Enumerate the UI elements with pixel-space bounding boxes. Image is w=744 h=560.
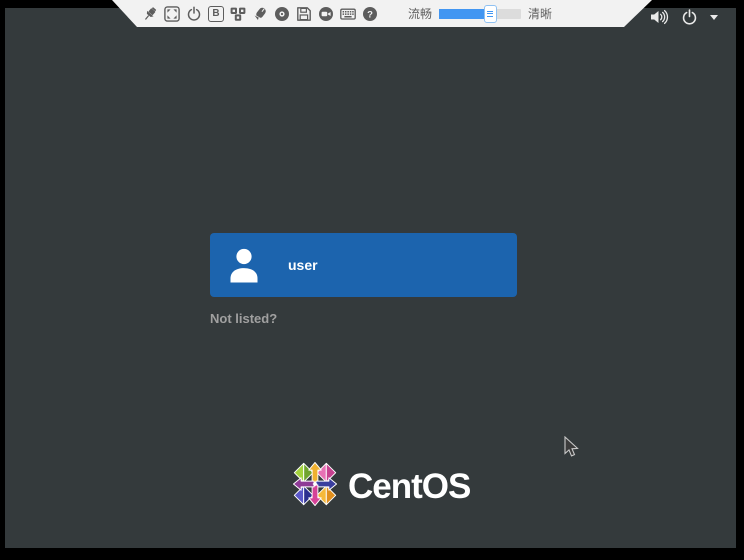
power-icon[interactable] <box>681 9 698 26</box>
mouse-pointer-icon[interactable] <box>252 6 268 22</box>
disc-icon[interactable] <box>274 6 290 22</box>
help-glyph: ? <box>367 9 373 20</box>
centos-logo-icon <box>292 461 338 512</box>
user-avatar-icon <box>226 246 262 284</box>
volume-icon[interactable] <box>650 9 669 25</box>
floppy-icon[interactable] <box>296 6 312 22</box>
quality-slider-group: 流畅 清晰 <box>408 5 552 22</box>
viewer-toolbar: B <box>112 0 652 27</box>
quality-slider-handle[interactable] <box>484 5 497 23</box>
record-icon[interactable] <box>318 6 334 22</box>
pin-icon[interactable] <box>142 6 158 22</box>
mouse-cursor <box>564 436 580 464</box>
gdm-status-area <box>650 7 730 27</box>
quality-slider[interactable] <box>439 9 521 19</box>
viewer-window: { "viewer_toolbar": { "icons": [ {"name"… <box>0 0 744 560</box>
not-listed-link[interactable]: Not listed? <box>210 311 277 326</box>
quality-slider-fill <box>439 9 490 19</box>
power-icon[interactable] <box>186 6 202 22</box>
help-icon[interactable]: ? <box>362 6 378 22</box>
centos-brand: CentOS <box>292 461 470 512</box>
username-label: user <box>288 257 318 273</box>
fullscreen-icon[interactable] <box>164 6 180 22</box>
quality-smooth-label: 流畅 <box>408 5 432 22</box>
quality-sharp-label: 清晰 <box>528 5 552 22</box>
centos-logo-text: CentOS <box>348 464 470 510</box>
b-key-label: B <box>212 9 219 19</box>
caret-down-icon[interactable] <box>710 15 718 20</box>
b-key-icon[interactable]: B <box>208 6 224 22</box>
keyboard-icon[interactable] <box>340 6 356 22</box>
ctrl-alt-del-icon[interactable] <box>230 6 246 22</box>
user-tile[interactable]: user <box>210 233 517 297</box>
